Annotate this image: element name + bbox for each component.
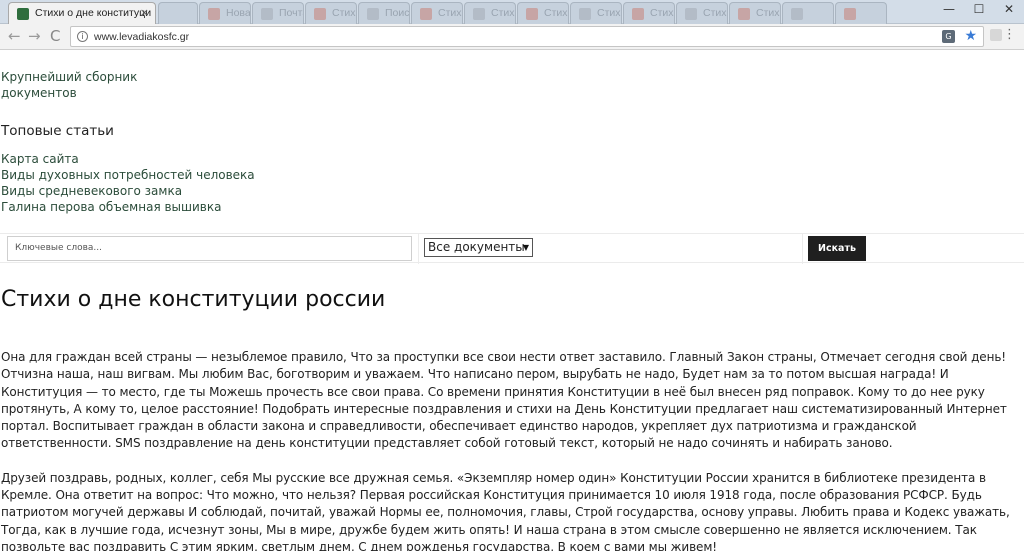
tab-favicon-icon: [791, 8, 803, 20]
tab-title: Стихи: [756, 7, 780, 19]
back-arrow-icon[interactable]: ←: [8, 28, 21, 44]
tab-title: Почта: [279, 7, 303, 19]
forward-arrow-icon[interactable]: →: [28, 28, 41, 44]
bookmark-star-icon[interactable]: ★: [964, 28, 977, 44]
address-bar[interactable]: i www.levadiakosfc.gr G ★: [70, 26, 984, 47]
tab-favicon-icon: [420, 8, 432, 20]
collection-link[interactable]: Крупнейший сборник: [1, 69, 137, 85]
tab-background[interactable]: Стихи о дне: [305, 2, 357, 24]
document-type-select[interactable]: Все документы ▼: [424, 238, 533, 257]
tab-favicon-icon: [208, 8, 220, 20]
search-placeholder: Ключевые слова...: [15, 243, 102, 253]
tab-new[interactable]: [158, 2, 198, 24]
tab-favicon-icon: [367, 8, 379, 20]
tab-background[interactable]: Стихи о: [517, 2, 569, 24]
tab-favicon-icon: [473, 8, 485, 20]
tab-close-icon[interactable]: ×: [140, 6, 149, 19]
tab-favicon-icon: [738, 8, 750, 20]
tab-favicon-icon: [526, 8, 538, 20]
tab-background[interactable]: Стихи: [570, 2, 622, 24]
tab-favicon-icon: [314, 8, 326, 20]
top-article-link[interactable]: Виды средневекового замка: [1, 183, 255, 199]
site-info-icon[interactable]: i: [77, 31, 88, 42]
article-paragraph: Друзей поздравь, родных, коллег, себя Мы…: [1, 470, 1010, 551]
top-articles-list: Карта сайта Виды духовных потребностей ч…: [1, 151, 255, 215]
tab-background[interactable]: Стихи: [411, 2, 463, 24]
tab-title: Стихи о: [544, 7, 568, 19]
tab-favicon-icon: [632, 8, 644, 20]
site-favicon-icon: [17, 8, 29, 20]
url-text[interactable]: www.levadiakosfc.gr: [94, 31, 189, 43]
tab-title: Стихи: [491, 7, 515, 19]
browser-toolbar: ← → C i www.levadiakosfc.gr G ★ ⋮: [0, 24, 1024, 50]
tab-title: Стихи о дне конституци: [35, 7, 152, 19]
select-value: Все документы: [428, 240, 525, 254]
tab-favicon-icon: [685, 8, 697, 20]
divider: [802, 234, 803, 264]
top-article-link[interactable]: Галина перова объемная вышивка: [1, 199, 255, 215]
page-title: Стихи о дне конституции россии: [1, 287, 386, 312]
search-button[interactable]: Искать: [808, 236, 866, 261]
top-articles-heading: Топовые статьи: [1, 123, 114, 139]
minimize-icon[interactable]: —: [934, 0, 964, 20]
tab-bar: Стихи о дне конституци × Новая вкладка П…: [0, 0, 1024, 24]
tab-background[interactable]: Стихи: [623, 2, 675, 24]
dropdown-arrow-icon: ▼: [522, 243, 529, 252]
tab-active[interactable]: Стихи о дне конституци ×: [8, 2, 156, 24]
top-article-link[interactable]: Виды духовных потребностей человека: [1, 167, 255, 183]
extension-icon[interactable]: [990, 29, 1002, 41]
translate-icon[interactable]: G: [942, 30, 955, 43]
tab-title: Стихи: [703, 7, 727, 19]
window-controls: — ☐ ✕: [934, 0, 1024, 22]
page-content: Крупнейший сборник документов Топовые ст…: [0, 51, 1024, 551]
tab-title: Стихи: [650, 7, 674, 19]
tab-title: Поиск: [385, 7, 410, 19]
tab-background[interactable]: Стихи: [464, 2, 516, 24]
top-article-link[interactable]: Карта сайта: [1, 151, 255, 167]
tab-background[interactable]: Стихи: [676, 2, 728, 24]
tab-title: Новая вкладка: [226, 7, 251, 19]
tab-favicon-icon: [844, 8, 856, 20]
tab-background[interactable]: [782, 2, 834, 24]
collection-links: Крупнейший сборник документов: [1, 69, 137, 101]
tab-title: Стихи: [597, 7, 621, 19]
browser-menu-icon[interactable]: ⋮: [1003, 28, 1016, 42]
article-paragraph: Она для граждан всей страны — незыблемое…: [1, 350, 1007, 451]
collection-link[interactable]: документов: [1, 85, 137, 101]
tab-background[interactable]: [835, 2, 887, 24]
tab-title: Стихи о дне: [332, 7, 356, 19]
tab-title: Стихи: [438, 7, 462, 19]
tab-favicon-icon: [579, 8, 591, 20]
reload-icon[interactable]: C: [50, 28, 60, 44]
close-window-icon[interactable]: ✕: [994, 0, 1024, 20]
tab-favicon-icon: [261, 8, 273, 20]
divider: [418, 234, 419, 264]
search-bar: Ключевые слова... Все документы ▼ Искать: [0, 233, 1024, 264]
tab-background[interactable]: Поиск: [358, 2, 410, 24]
search-input[interactable]: Ключевые слова...: [7, 236, 412, 261]
maximize-icon[interactable]: ☐: [964, 0, 994, 20]
tab-background[interactable]: Почта: [252, 2, 304, 24]
tab-background[interactable]: Стихи: [729, 2, 781, 24]
article-body: Она для граждан всей страны — незыблемое…: [1, 349, 1023, 551]
tab-background[interactable]: Новая вкладка: [199, 2, 251, 24]
